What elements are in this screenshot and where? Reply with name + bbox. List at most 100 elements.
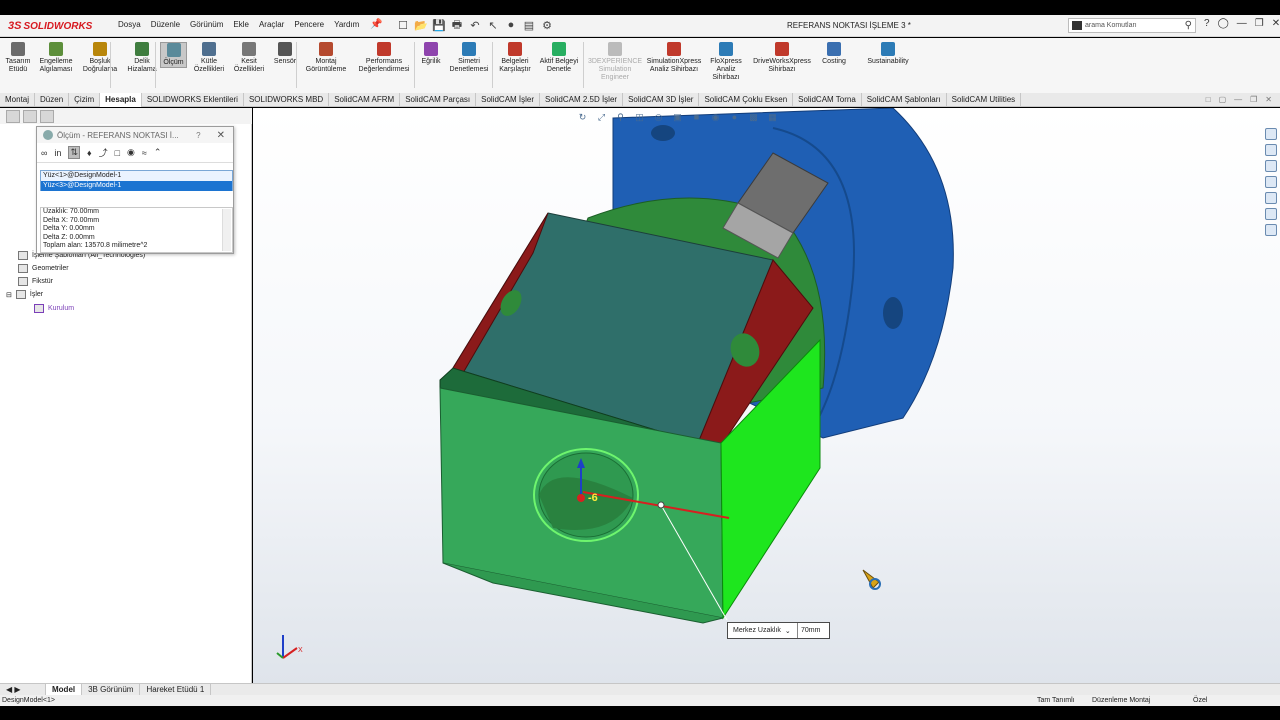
tab-motion-study[interactable]: Hareket Etüdü 1 [140,683,212,696]
tab-solidcam-par-as-[interactable]: SolidCAM Parçası [400,93,477,107]
command-button-hole-align[interactable]: Delik Hizalama [126,42,158,74]
appearances-icon[interactable] [1265,192,1277,204]
print-icon[interactable]: 🖶 [450,18,464,32]
command-button-section-properties[interactable]: Kesit Özellikleri [232,42,266,74]
results-scrollbar[interactable] [222,209,231,251]
minimize-icon[interactable]: — [1237,18,1247,29]
solidworks-logo[interactable]: 3S SOLIDWORKS [8,18,92,34]
command-button-3dexperience[interactable]: 3DEXPERIENCE Simulation Engineer [588,42,642,82]
restore-icon[interactable]: ❐ [1255,18,1264,29]
tab-3d-view[interactable]: 3B Görünüm [82,683,141,696]
tab-solidcam-afrm[interactable]: SolidCAM AFRM [329,93,401,107]
tab-montaj[interactable]: Montaj [0,93,36,107]
menu-gorunum[interactable]: Görünüm [190,20,223,29]
edit-appearance-icon[interactable]: ● [728,111,741,123]
status-units[interactable]: Özel [1193,697,1207,704]
tab-solidworks-eklentileri[interactable]: SOLIDWORKS Eklentileri [142,93,244,107]
tab-solidcam-oklu-eksen[interactable]: SolidCAM Çoklu Eksen [699,93,794,107]
tile-icon[interactable]: □ [1206,95,1211,104]
expand-icon[interactable]: ⊟ [6,291,12,299]
configuration-tab-icon[interactable] [40,110,54,123]
measure-selection-list[interactable]: Yüz<1>@DesignModel-1 Yüz<3>@DesignModel-… [40,170,233,191]
units-precision-icon[interactable]: in [54,148,61,158]
menu-ekle[interactable]: Ekle [233,20,249,29]
property-manager-tab-icon[interactable] [23,110,37,123]
feature-tree-tab-icon[interactable] [6,110,20,123]
command-button-sensor[interactable]: Sensör [272,42,298,66]
view-palette-icon[interactable] [1265,176,1277,188]
close-icon[interactable]: ✕ [1272,18,1280,29]
undo-icon[interactable]: ↶ [468,18,482,32]
tree-item-geometries[interactable]: Geometriler [18,264,69,273]
display-style-icon[interactable]: ■ [690,111,703,123]
history-icon[interactable]: □ [115,148,120,158]
graphics-area[interactable]: -6 X ↻ ⤢ ⚲ ◫ ◎ ▣ ■ ◉ ● ▩ ▦ Merkez Uzaklı… [253,108,1280,683]
command-button-driveworks[interactable]: DriveWorksXpress Sihirbazı [751,42,813,74]
command-button-compare[interactable]: Belgeleri Karşılaştır [497,42,533,74]
minimize-doc-icon[interactable]: — [1234,95,1242,104]
tab-solidcam-ablonlar-[interactable]: SolidCAM Şablonları [862,93,947,107]
tab-scroll-arrows[interactable]: ◀ ▶ [0,683,46,696]
open-file-icon[interactable]: 📂 [414,18,428,32]
command-button-interference[interactable]: Engelleme Algılaması [36,42,76,74]
command-button-mass-properties[interactable]: Kütle Özellikleri [193,42,225,74]
tab-solidcam-3d-i-ler[interactable]: SolidCAM 3D İşler [623,93,700,107]
view-orientation-icon[interactable]: ▣ [671,111,684,123]
tab-d-zen[interactable]: Düzen [35,93,70,107]
save-icon[interactable]: 💾 [432,18,446,32]
restore-doc-icon[interactable]: ❐ [1250,95,1257,104]
tab-solidcam-2-5d-i-ler[interactable]: SolidCAM 2.5D İşler [540,93,624,107]
command-button-floxpress[interactable]: FloXpress Analiz Sihirbazı [708,42,744,82]
command-button-assembly-visualization[interactable]: Montaj Görüntüleme [303,42,349,74]
cad-model[interactable]: -6 X [253,108,1280,683]
measure-close-icon[interactable]: ✕ [217,130,225,141]
hide-show-icon[interactable]: ◉ [709,111,722,123]
search-icon[interactable]: ⚲ [1185,20,1192,31]
float-icon[interactable]: ▢ [1219,95,1227,104]
tab-solidcam-utilities[interactable]: SolidCAM Utilities [947,93,1022,107]
section-view-icon[interactable]: ◫ [633,111,646,123]
previous-view-icon[interactable]: ↻ [576,111,589,123]
tree-item-fixture[interactable]: Fikstür [18,277,53,286]
xyz-measure-icon[interactable]: ⇅ [68,146,80,159]
command-button-curvature[interactable]: Eğrilik [419,42,443,66]
new-file-icon[interactable]: ☐ [396,18,410,32]
zoom-to-fit-icon[interactable]: ⤢ [595,111,608,123]
forum-icon[interactable] [1265,224,1277,236]
menu-dosya[interactable]: Dosya [118,20,141,29]
apply-scene-icon[interactable]: ▩ [747,111,760,123]
command-button-costing[interactable]: Costing [819,42,849,66]
menu-pencere[interactable]: Pencere [294,20,324,29]
arc-circle-measure-icon[interactable]: ∞ [41,148,47,158]
help-icon[interactable]: ? [1204,18,1210,29]
measure-title-bar[interactable]: Ölçüm - REFERANS NOKTASI İ... ? ✕ [37,127,233,143]
command-button-sustainability[interactable]: Sustainability [862,42,914,66]
search-commands[interactable]: arama Komutları ⚲ [1068,18,1196,33]
file-explorer-icon[interactable] [1265,160,1277,172]
menu-duzenle[interactable]: Düzenle [151,20,180,29]
select-icon[interactable]: ↖ [486,18,500,32]
traffic-light-icon[interactable]: ● [504,18,518,32]
command-button-clearance[interactable]: Boşluk Doğrulama [80,42,120,74]
dynamic-annotation-icon[interactable]: ◎ [652,111,665,123]
command-button-check-document[interactable]: Aktif Belgeyi Denetle [536,42,582,74]
menu-araclar[interactable]: Araçlar [259,20,284,29]
measure-help-icon[interactable]: ? [196,131,200,140]
dimension-callout[interactable]: Merkez Uzaklık ⌄ 70mm [727,622,830,639]
view-settings-icon[interactable]: ▦ [766,111,779,123]
tab-model[interactable]: Model [46,683,83,696]
command-button-symmetry[interactable]: Simetri Denetlemesi [447,42,491,74]
tab-hesapla[interactable]: Hesapla [100,93,142,107]
close-doc-icon[interactable]: ✕ [1265,95,1272,104]
design-library-icon[interactable] [1265,144,1277,156]
tab-solidworks-mbd[interactable]: SOLIDWORKS MBD [244,93,330,107]
tree-item-operations[interactable]: ⊟ İşler [6,290,43,299]
point-to-point-icon[interactable]: ♦ [87,148,92,158]
tab-solidcam-torna[interactable]: SolidCAM Torna [793,93,862,107]
projection-icon[interactable]: ⤴ [99,146,108,159]
zoom-area-icon[interactable]: ⚲ [614,111,627,123]
dimension-type-select[interactable]: Merkez Uzaklık ⌄ [728,623,798,638]
graph-icon[interactable]: ≈ [142,148,147,158]
command-button-performance[interactable]: Performans Değerlendirmesi [354,42,414,74]
tree-item-setup[interactable]: Kurulum [34,304,74,313]
